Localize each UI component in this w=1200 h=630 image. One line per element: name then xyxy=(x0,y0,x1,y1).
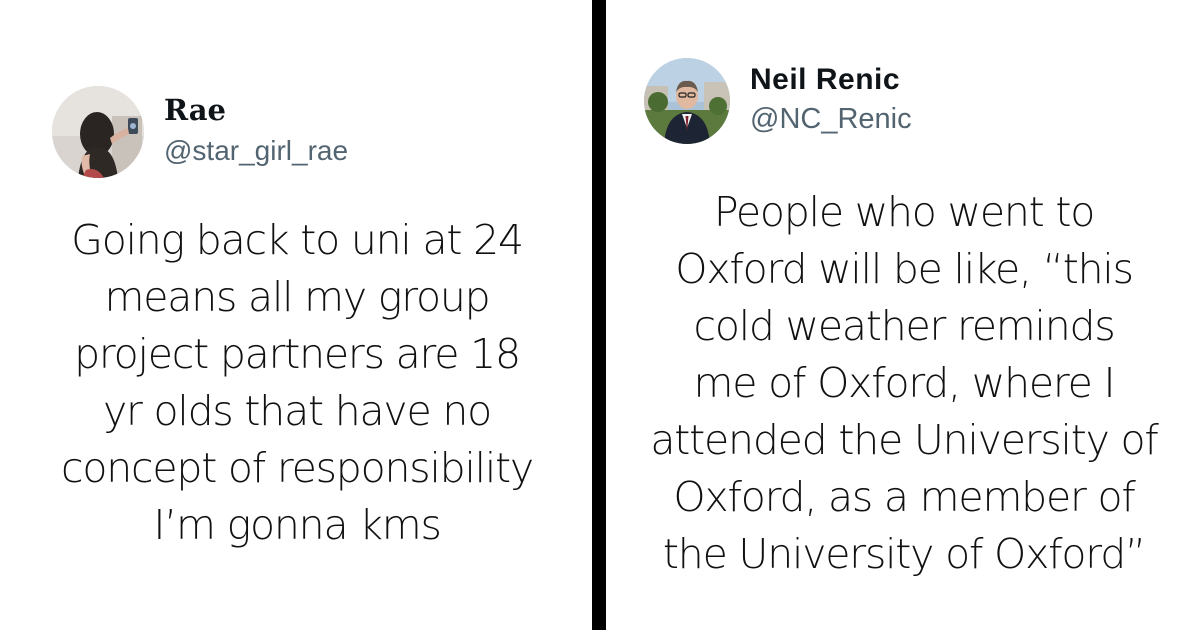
panel-divider xyxy=(592,0,606,630)
user-handle[interactable]: @NC_Renic xyxy=(750,101,912,139)
user-names-left: Rae @star_girl_rae xyxy=(164,93,348,170)
user-photo-avatar[interactable] xyxy=(52,86,144,178)
user-photo-avatar[interactable] xyxy=(644,58,730,144)
tweet-text: Going back to uni at 24 means all my gro… xyxy=(61,216,534,549)
user-handle[interactable]: @star_girl_rae xyxy=(164,133,348,169)
display-name[interactable]: Rae xyxy=(164,93,348,127)
tweet-card-left: Rae @star_girl_rae Going back to uni at … xyxy=(0,0,592,630)
tweet-text: People who went to Oxford will be like, … xyxy=(650,188,1158,578)
tweet-card-right: Neil Renic @NC_Renic People who went to … xyxy=(606,0,1200,630)
avatar-photo-neil xyxy=(644,58,730,144)
tweet-header-left: Rae @star_girl_rae xyxy=(52,86,348,178)
tweet-comparison-image: Rae @star_girl_rae Going back to uni at … xyxy=(0,0,1200,630)
tweet-header-right: Neil Renic @NC_Renic xyxy=(644,58,912,144)
user-names-right: Neil Renic @NC_Renic xyxy=(750,63,912,139)
display-name[interactable]: Neil Renic xyxy=(750,63,912,98)
avatar-photo-rae xyxy=(52,86,144,178)
